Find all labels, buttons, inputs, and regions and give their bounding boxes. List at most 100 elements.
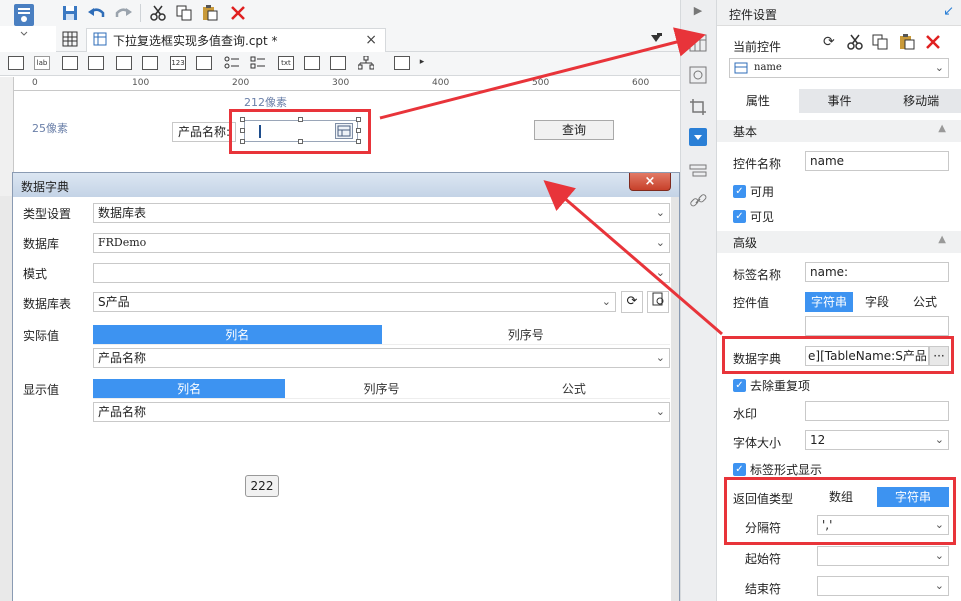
actual-tab-column-name[interactable]: 列名 — [93, 325, 382, 345]
cell-element-icon[interactable] — [689, 66, 707, 84]
display-tab-column-index[interactable]: 列序号 — [285, 379, 478, 399]
type-select[interactable]: 数据库表 ⌄ — [93, 203, 670, 223]
tag-name-input[interactable]: name: — [805, 262, 949, 282]
chevron-down-icon: ⌄ — [655, 405, 665, 418]
advanced-section[interactable]: 高级 ▲ — [717, 231, 961, 253]
date-widget-icon[interactable] — [116, 56, 132, 70]
value-type-field[interactable]: 字段 — [853, 292, 901, 312]
table-value: S产品 — [98, 295, 130, 309]
chevron-down-icon: ⌄ — [655, 266, 665, 279]
grid-view-icon[interactable] — [60, 29, 80, 49]
radio-group-widget-icon[interactable] — [224, 56, 240, 70]
value-type-string[interactable]: 字符串 — [805, 292, 853, 312]
tab-mobile[interactable]: 移动端 — [880, 89, 961, 113]
widget-value-input[interactable] — [805, 316, 949, 336]
copy-icon[interactable] — [174, 3, 194, 23]
basic-section[interactable]: 基本 ▲ — [717, 120, 961, 142]
hyperlink-icon[interactable] — [689, 192, 707, 210]
ruler-mark: 300 — [332, 78, 350, 88]
password-widget-icon[interactable] — [304, 56, 320, 70]
calendar-widget-icon[interactable] — [142, 56, 158, 70]
app-logo-icon[interactable] — [12, 4, 38, 36]
paste-icon[interactable] — [899, 34, 915, 53]
highlight-combo-box — [229, 109, 371, 154]
width-dimension-label: 212像素 — [244, 96, 287, 109]
copy-icon[interactable] — [872, 34, 888, 53]
database-select[interactable]: FRDemo ⌄ — [93, 233, 670, 253]
textarea-widget-icon[interactable] — [196, 56, 212, 70]
more-widgets-icon[interactable]: ▸ — [414, 56, 430, 70]
label-widget-icon[interactable] — [8, 56, 24, 70]
paste-icon[interactable] — [200, 3, 220, 23]
actual-value-select[interactable]: 产品名称 ⌄ — [93, 348, 670, 368]
text-label-widget-icon[interactable]: lab — [34, 56, 50, 70]
enabled-checkbox[interactable]: ✓ 可用 — [733, 183, 774, 200]
enabled-label: 可用 — [750, 185, 775, 199]
condition-attr-icon[interactable] — [689, 162, 707, 180]
actual-tab-column-index[interactable]: 列序号 — [381, 325, 670, 345]
delete-icon[interactable] — [925, 34, 941, 53]
preview-table-icon[interactable] — [647, 291, 669, 313]
display-value-select[interactable]: 产品名称 ⌄ — [93, 402, 670, 422]
panel-tabs[interactable]: 属性 事件 移动端 — [717, 89, 961, 113]
dialog-close-button[interactable]: × — [629, 173, 671, 191]
collapse-arrow-icon[interactable]: ▶ — [689, 4, 707, 22]
delete-icon[interactable] — [228, 3, 248, 23]
dialog-scrollbar[interactable] — [671, 197, 679, 601]
refresh-icon[interactable]: ⟳ — [621, 291, 643, 313]
display-tab-column-name[interactable]: 列名 — [93, 379, 286, 399]
tab-document[interactable]: 下拉复选框实现多值查询.cpt * × — [86, 28, 386, 52]
font-size-select[interactable]: 12 ⌄ — [805, 430, 949, 450]
table-select[interactable]: S产品 ⌄ — [93, 292, 616, 312]
number-widget-icon[interactable]: 123 — [170, 56, 186, 70]
cell-attr-icon[interactable] — [689, 34, 707, 52]
text-widget-icon[interactable]: txt — [278, 56, 294, 70]
tag-display-checkbox[interactable]: ✓ 标签形式显示 — [733, 461, 822, 478]
chevron-down-icon: ⌄ — [934, 433, 944, 446]
chevron-down-icon: ⌄ — [934, 549, 944, 562]
query-button[interactable]: 查询 — [534, 120, 614, 140]
actual-value-tabs[interactable]: 列名 列序号 — [93, 325, 670, 345]
tree-widget-icon[interactable] — [357, 55, 375, 70]
ruler-mark: 400 — [432, 78, 450, 88]
cut-icon[interactable] — [148, 3, 168, 23]
chevron-down-icon: ⌄ — [655, 351, 665, 364]
watermark-input[interactable] — [805, 401, 949, 421]
pin-icon[interactable]: ↙ — [943, 4, 954, 19]
tag-display-label: 标签形式显示 — [750, 463, 823, 477]
schema-select[interactable]: ⌄ — [93, 263, 670, 283]
tab-properties[interactable]: 属性 — [717, 89, 799, 113]
widget-settings-icon[interactable] — [689, 128, 707, 146]
end-select[interactable]: ⌄ — [817, 576, 949, 596]
display-value-tabs[interactable]: 列名 列序号 公式 — [93, 379, 670, 399]
current-widget-select[interactable]: name ⌄ — [729, 58, 949, 78]
tab-events[interactable]: 事件 — [799, 89, 881, 113]
tab-close-icon[interactable]: × — [365, 32, 377, 48]
checkbox-group-widget-icon[interactable] — [250, 56, 266, 70]
dialog-titlebar[interactable]: 数据字典 × — [13, 173, 679, 197]
save-icon[interactable] — [60, 3, 80, 23]
checkbox-widget-icon[interactable] — [330, 56, 346, 70]
undo-icon[interactable] — [86, 3, 106, 23]
side-icon-strip: ▶ — [680, 0, 716, 601]
product-name-label[interactable]: 产品名称: — [172, 122, 236, 142]
crop-icon[interactable] — [689, 98, 707, 116]
value-type-formula[interactable]: 公式 — [901, 292, 949, 312]
tree-combo-widget-icon[interactable] — [394, 56, 410, 70]
cut-icon[interactable] — [847, 34, 863, 53]
ruler-mark: 600 — [632, 78, 650, 88]
widget-value-type[interactable]: 字符串 字段 公式 — [805, 292, 949, 312]
tab-menu-icon[interactable] — [646, 29, 666, 49]
dropdown-widget-icon[interactable] — [88, 56, 104, 70]
display-tab-formula[interactable]: 公式 — [477, 379, 670, 399]
redo-icon[interactable] — [114, 3, 134, 23]
ruler-mark: 500 — [532, 78, 550, 88]
refresh-icon[interactable]: ⟳ — [823, 34, 835, 50]
visible-checkbox[interactable]: ✓ 可见 — [733, 208, 774, 225]
report-file-icon — [93, 32, 107, 49]
widget-name-input[interactable]: name — [805, 151, 949, 171]
ruler-mark: 0 — [32, 78, 38, 88]
start-select[interactable]: ⌄ — [817, 546, 949, 566]
dedupe-checkbox[interactable]: ✓ 去除重复项 — [733, 377, 810, 394]
textbox-widget-icon[interactable] — [62, 56, 78, 70]
